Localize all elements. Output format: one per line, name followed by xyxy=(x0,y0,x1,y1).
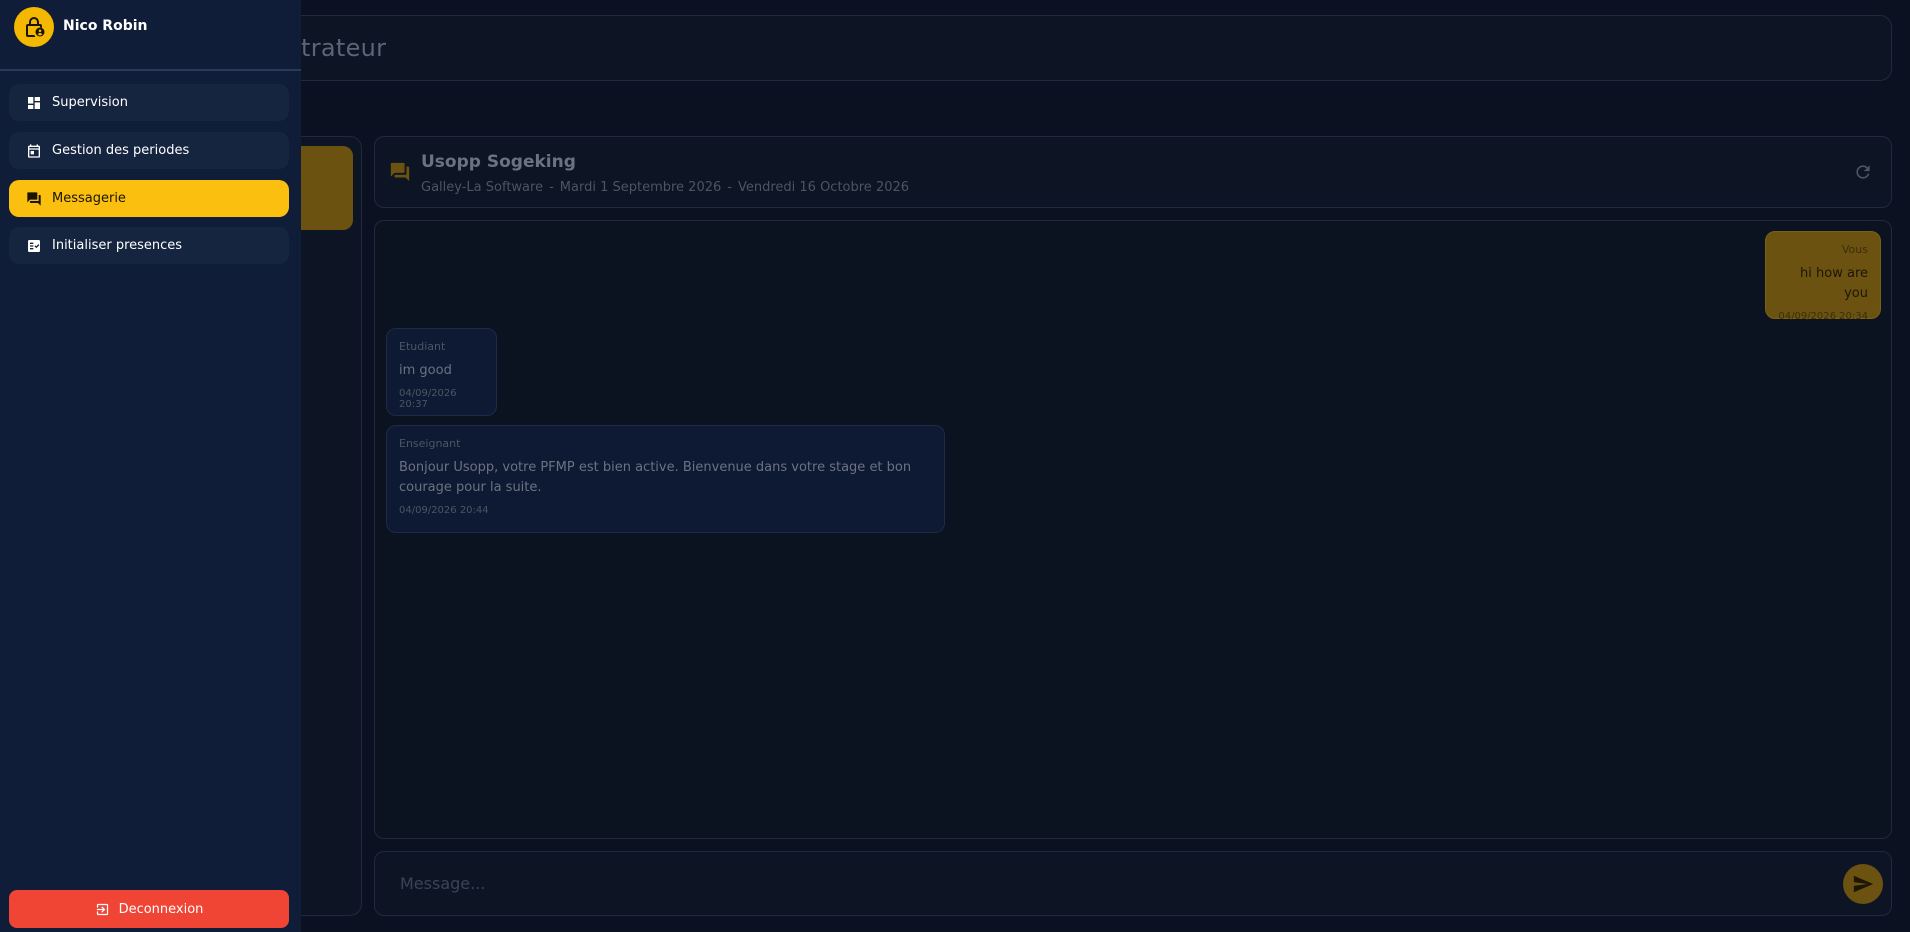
sidebar-item-attendance[interactable]: Initialiser presences xyxy=(9,227,289,264)
meta-separator: - xyxy=(549,180,554,195)
message-bubble-own: Vous hi how are you 04/09/2026 20:34 xyxy=(1765,231,1881,322)
meta-separator: - xyxy=(727,180,732,195)
message-time: 04/09/2026 20:34 xyxy=(1778,311,1868,322)
logout-button[interactable]: Deconnexion xyxy=(9,890,289,928)
top-bar: trateur xyxy=(236,15,1892,81)
message-text: Bonjour Usopp, votre PFMP est bien activ… xyxy=(399,460,912,495)
message-bubble: Etudiant im good 04/09/2026 20:37 xyxy=(386,328,497,416)
sidebar-item-label: Initialiser presences xyxy=(52,238,183,253)
checklist-icon xyxy=(26,238,42,254)
conversation-name: Usopp Sogeking xyxy=(421,152,576,172)
conversation-header: Usopp Sogeking Galley-La Software - Mardi … xyxy=(374,136,1892,208)
message-text: hi how are you xyxy=(1800,266,1868,301)
page-title: trateur xyxy=(301,34,387,62)
user-name: Nico Robin xyxy=(63,18,148,34)
sidebar-item-label: Supervision xyxy=(52,95,128,110)
message-thread: Vous hi how are you 04/09/2026 20:34 Etu… xyxy=(374,220,1892,839)
send-icon xyxy=(1853,875,1874,893)
avatar[interactable] xyxy=(14,7,54,47)
calendar-icon xyxy=(26,143,42,159)
conversation-meta: Galley-La Software - Mardi 1 Septembre 202… xyxy=(421,180,909,195)
forum-icon xyxy=(390,162,410,182)
message-input[interactable] xyxy=(376,853,1816,914)
refresh-icon[interactable] xyxy=(1853,162,1873,182)
forum-icon xyxy=(26,191,42,207)
message-author: Enseignant xyxy=(399,437,461,450)
message-time: 04/09/2026 20:37 xyxy=(399,388,457,410)
sidebar-item-label: Gestion des periodes xyxy=(52,143,190,158)
message-author: Vous xyxy=(1841,243,1868,256)
message-time: 04/09/2026 20:44 xyxy=(399,505,489,516)
sidebar-item-periods[interactable]: Gestion des periodes xyxy=(9,132,289,169)
end-date: Vendredi 16 Octobre 2026 xyxy=(737,180,910,195)
message-author: Etudiant xyxy=(399,340,446,353)
dashboard-icon xyxy=(26,95,42,111)
send-button[interactable] xyxy=(1843,864,1883,904)
start-date: Mardi 1 Septembre 2026 xyxy=(559,180,722,195)
message-text: im good xyxy=(399,363,452,378)
logout-icon xyxy=(95,902,110,917)
lock-person-icon xyxy=(26,17,45,37)
navigation-drawer: Nico Robin Supervision Gestion des perio… xyxy=(0,0,301,932)
sidebar-item-supervision[interactable]: Supervision xyxy=(9,84,289,121)
message-bubble: Enseignant Bonjour Usopp, votre PFMP est… xyxy=(386,425,945,533)
logout-label: Deconnexion xyxy=(118,901,204,917)
sidebar-item-label: Messagerie xyxy=(52,191,126,206)
company-name: Galley-La Software xyxy=(421,180,544,195)
message-composer xyxy=(374,851,1892,916)
drawer-header: Nico Robin xyxy=(0,0,301,71)
sidebar-item-messaging[interactable]: Messagerie xyxy=(9,180,289,217)
